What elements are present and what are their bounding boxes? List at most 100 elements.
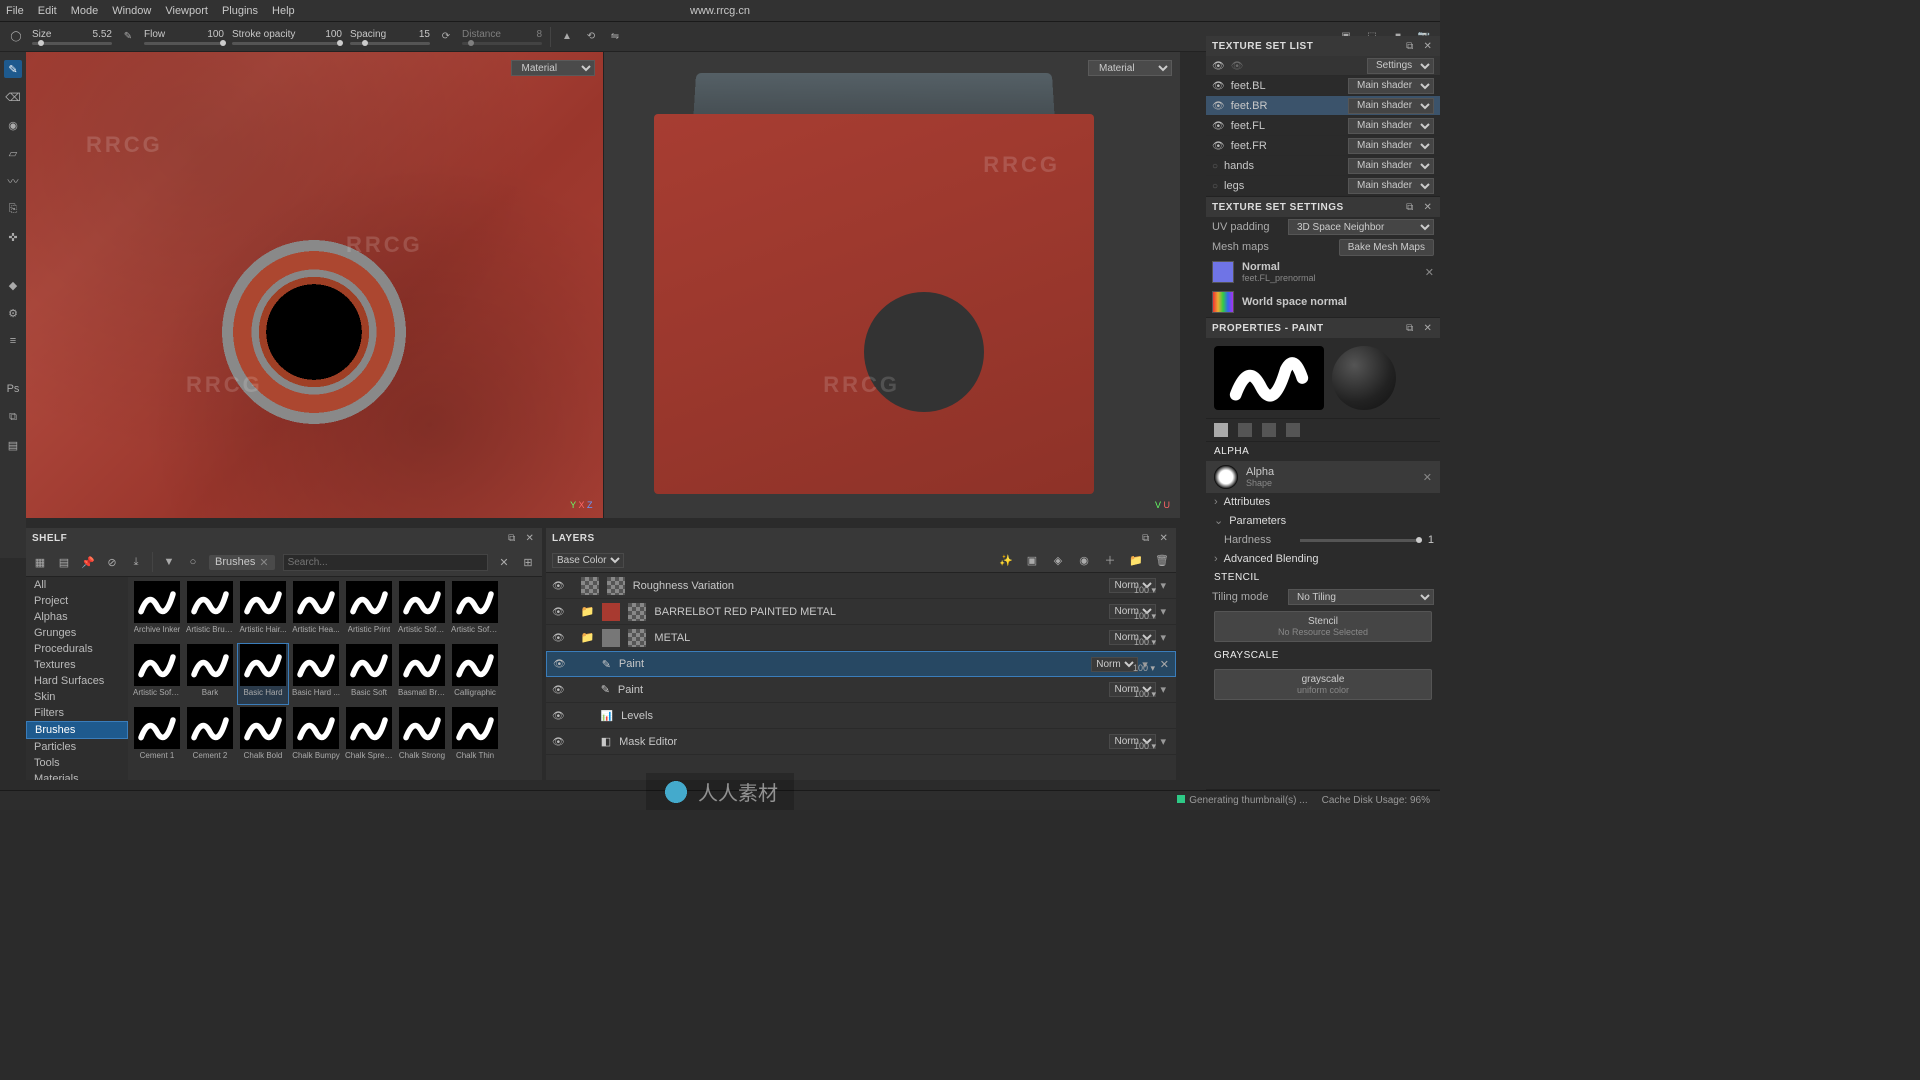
smudge-tool[interactable]: 〰 [4,172,22,190]
grid-toggle-icon[interactable]: ⊞ [520,554,536,570]
menu-file[interactable]: File [6,5,24,17]
texture-set-settings-dropdown[interactable]: Settings [1367,58,1434,74]
brush-chalk-strong[interactable]: Chalk Strong [397,707,447,767]
spacing-slider[interactable]: Spacing15 [350,29,430,45]
visibility-icon[interactable] [552,580,565,592]
layer-roughness-variation[interactable]: Roughness VariationNorm▾100 ▾ [546,573,1176,599]
send-ps-icon[interactable]: Ps [4,380,22,398]
symmetry-icon[interactable]: ▲ [559,29,575,45]
tab-material-icon[interactable] [1286,423,1300,437]
shader-select[interactable]: Main shader [1348,178,1434,194]
projection-tool[interactable]: ◉ [4,116,22,134]
shelf-category-tools[interactable]: Tools [26,755,128,771]
visibility-icon[interactable] [552,606,565,618]
baking-tool[interactable]: ≡ [4,332,22,350]
undock-icon[interactable]: ⧉ [1140,533,1152,544]
remove-icon[interactable]: ✕ [1160,658,1169,671]
shader-select[interactable]: Main shader [1348,138,1434,154]
filter-pill-brushes[interactable]: Brushes✕ [209,555,275,570]
flow-slider[interactable]: Flow100 [144,29,224,45]
clear-icon[interactable]: ✕ [1423,471,1432,484]
world-normal-row[interactable]: World space normal [1206,287,1440,317]
size-slider[interactable]: Size5.52 [32,29,112,45]
close-icon[interactable]: ✕ [524,533,536,544]
shader-select[interactable]: Main shader [1348,98,1434,114]
brush-artistic-print[interactable]: Artistic Print [344,581,394,641]
texture-set-feet-bl[interactable]: feet.BLMain shader [1206,76,1440,96]
layer-paint[interactable]: PaintNorm▾100 ▾ [546,677,1176,703]
bake-mesh-maps-button[interactable]: Bake Mesh Maps [1339,239,1434,256]
vis-sel-icon[interactable] [1231,60,1244,72]
visibility-icon[interactable] [1212,120,1225,132]
tag-icon[interactable]: ○ [185,554,201,570]
layer-metal[interactable]: METALNorm▾100 ▾ [546,625,1176,651]
visibility-icon[interactable] [1212,140,1225,152]
shader-select[interactable]: Main shader [1348,158,1434,174]
filter-icon[interactable]: ▼ [161,554,177,570]
shelf-category-filters[interactable]: Filters [26,705,128,721]
shelf-category-project[interactable]: Project [26,593,128,609]
brush-basmati-bru-[interactable]: Basmati Bru... [397,644,447,704]
brush-tip-icon[interactable]: ◯ [8,29,24,45]
menu-plugins[interactable]: Plugins [222,5,258,17]
texture-set-legs[interactable]: legsMain shader [1206,176,1440,196]
fx-icon[interactable]: ✨ [998,552,1014,568]
blend-mode-select[interactable]: Norm [1091,657,1138,672]
texture-set-feet-fl[interactable]: feet.FLMain shader [1206,116,1440,136]
menu-help[interactable]: Help [272,5,295,17]
brush-basic-soft[interactable]: Basic Soft [344,644,394,704]
picker-tool[interactable]: ✜ [4,228,22,246]
normal-map-row[interactable]: Normal feet.FL_prenormal ✕ [1206,257,1440,287]
viewport-3d-channel-dropdown[interactable]: Material [511,60,595,76]
mirror-icon[interactable]: ⟲ [583,29,599,45]
brush-artistic-soft-[interactable]: Artistic Soft ... [450,581,500,641]
paint-tool[interactable]: ✎ [4,60,22,78]
brush-cement-2[interactable]: Cement 2 [185,707,235,767]
viewport-2d-channel-dropdown[interactable]: Material [1088,60,1172,76]
shelf-category-brushes[interactable]: Brushes [26,721,128,739]
link-icon[interactable]: ⇋ [607,29,623,45]
visibility-icon[interactable] [553,658,566,670]
brush-artistic-soft-[interactable]: Artistic Soft ... [397,581,447,641]
polyfill-tool[interactable]: ▱ [4,144,22,162]
visibility-icon[interactable] [1212,180,1218,192]
close-icon[interactable]: ✕ [1422,323,1434,334]
shader-select[interactable]: Main shader [1348,118,1434,134]
visibility-icon[interactable] [1212,160,1218,172]
visibility-icon[interactable] [552,684,565,696]
shelf-search[interactable] [283,554,488,571]
visibility-icon[interactable] [552,710,565,722]
attributes-section[interactable]: Attributes [1206,493,1440,511]
shader-select[interactable]: Main shader [1348,78,1434,94]
brush-archive-inker[interactable]: Archive Inker [132,581,182,641]
shelf-category-skin[interactable]: Skin [26,689,128,705]
texture-set-hands[interactable]: handsMain shader [1206,156,1440,176]
brush-artistic-hea-[interactable]: Artistic Hea... [291,581,341,641]
delete-layer-icon[interactable]: 🗑 [1154,552,1170,568]
brush-chalk-bold[interactable]: Chalk Bold [238,707,288,767]
view-large-icon[interactable]: ▦ [32,554,48,570]
view-small-icon[interactable]: ▤ [56,554,72,570]
menu-window[interactable]: Window [112,5,151,17]
pin-icon[interactable]: 📌 [80,554,96,570]
geometry-tool[interactable]: ◆ [4,276,22,294]
clone-tool[interactable]: ⎘ [4,200,22,218]
add-layer-icon[interactable]: ＋ [1102,552,1118,568]
clear-icon[interactable]: ✕ [1425,266,1434,279]
undock-icon[interactable]: ⧉ [1404,202,1416,213]
visibility-icon[interactable] [552,632,565,644]
settings-tool[interactable]: ⚙ [4,304,22,322]
brush-basic-hard-[interactable]: Basic Hard ... [291,644,341,704]
close-icon[interactable]: ✕ [1158,533,1170,544]
import-icon[interactable]: ⤓ [128,554,144,570]
stroke-opacity-slider[interactable]: Stroke opacity100 [232,29,342,45]
vis-all-icon[interactable] [1212,60,1225,72]
brush-chalk-bumpy[interactable]: Chalk Bumpy [291,707,341,767]
brush-artistic-soft-[interactable]: Artistic Soft ... [132,644,182,704]
parameters-section[interactable]: Parameters [1206,511,1440,530]
brush-chalk-spread[interactable]: Chalk Spread [344,707,394,767]
brush-calligraphic[interactable]: Calligraphic [450,644,500,704]
shelf-category-materials[interactable]: Materials [26,771,128,780]
undock-icon[interactable]: ⧉ [1404,323,1416,334]
visibility-icon[interactable] [1212,100,1225,112]
